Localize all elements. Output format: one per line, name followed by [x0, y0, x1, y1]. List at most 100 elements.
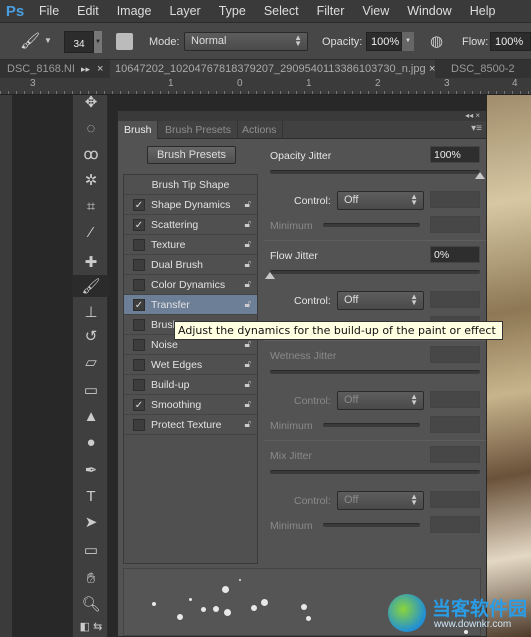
- brush-setting-item[interactable]: ✓ Scattering 🔓︎: [124, 215, 257, 235]
- checkbox[interactable]: [133, 318, 145, 331]
- slider-thumb[interactable]: [265, 272, 275, 279]
- doc-tab[interactable]: DSC_8500-2: [446, 60, 520, 78]
- close-icon[interactable]: ×: [92, 60, 108, 78]
- checkbox[interactable]: ✓: [133, 198, 145, 211]
- checkbox[interactable]: ✓: [133, 298, 145, 311]
- canvas-image[interactable]: [487, 95, 531, 637]
- lock-icon[interactable]: 🔓︎: [245, 399, 251, 410]
- jitter-value-input[interactable]: 0%: [430, 246, 480, 263]
- type-tool-icon[interactable]: T: [73, 485, 109, 507]
- brush-tip-shape-item[interactable]: Brush Tip Shape: [124, 175, 257, 195]
- menu-image[interactable]: Image: [108, 4, 161, 18]
- menu-edit[interactable]: Edit: [68, 4, 108, 18]
- pressure-opacity-icon[interactable]: ◍: [430, 32, 443, 50]
- minimum-input[interactable]: [430, 516, 480, 533]
- doc-tab[interactable]: DSC_8168.NI: [2, 60, 80, 78]
- checkbox[interactable]: [133, 278, 145, 291]
- minimum-slider[interactable]: [323, 223, 420, 227]
- control-select[interactable]: Off ▲ ▼: [337, 291, 424, 310]
- lock-icon[interactable]: 🔓︎: [245, 239, 251, 250]
- jitter-slider[interactable]: [270, 270, 480, 274]
- flow-input[interactable]: 100%: [490, 32, 531, 51]
- minimum-input[interactable]: [430, 416, 480, 433]
- doc-tab-active[interactable]: 10647202_10204767818379207_2909540113386…: [110, 60, 435, 78]
- jitter-value-input[interactable]: [430, 346, 480, 363]
- checkbox[interactable]: [133, 258, 145, 271]
- lock-icon[interactable]: 🔓︎: [245, 419, 251, 430]
- history-brush-tool-icon[interactable]: ↺: [73, 325, 109, 347]
- lock-icon[interactable]: 🔓︎: [245, 279, 251, 290]
- tab-actions[interactable]: Actions: [236, 121, 284, 139]
- opacity-input[interactable]: 100%: [366, 32, 402, 51]
- stamp-tool-icon[interactable]: ⊥: [73, 301, 109, 323]
- eraser-tool-icon[interactable]: ▱: [73, 351, 109, 373]
- hand-tool-icon[interactable]: ✋︎: [73, 567, 109, 589]
- lock-icon[interactable]: 🔓︎: [245, 299, 251, 310]
- checkbox[interactable]: ✓: [133, 398, 145, 411]
- path-selection-tool-icon[interactable]: ➤: [73, 511, 109, 533]
- swap-colors-icon[interactable]: ◧ ⇆: [73, 615, 109, 637]
- brush-panel-toggle-icon[interactable]: [116, 33, 133, 50]
- eyedropper-tool-icon[interactable]: ⁄: [73, 221, 109, 243]
- blur-tool-icon[interactable]: ▲: [73, 405, 109, 427]
- brush-setting-item[interactable]: Dual Brush 🔓︎: [124, 255, 257, 275]
- collapse-icon[interactable]: ◂◂: [465, 111, 473, 120]
- crop-tool-icon[interactable]: ⌗: [73, 195, 109, 217]
- jitter-slider[interactable]: [270, 470, 480, 474]
- shape-tool-icon[interactable]: ▭: [73, 539, 109, 561]
- move-tool-icon[interactable]: ✥: [73, 91, 109, 113]
- checkbox[interactable]: [133, 358, 145, 371]
- healing-brush-tool-icon[interactable]: ✚: [73, 251, 109, 273]
- lock-icon[interactable]: 🔓︎: [245, 359, 251, 370]
- brush-presets-button[interactable]: Brush Presets: [147, 146, 236, 164]
- dodge-tool-icon[interactable]: ●: [73, 431, 109, 453]
- brush-setting-item[interactable]: Protect Texture 🔓︎: [124, 415, 257, 435]
- control-select[interactable]: Off ▲ ▼: [337, 491, 424, 510]
- menu-view[interactable]: View: [353, 4, 398, 18]
- panel-menu-icon[interactable]: ▾≡: [471, 123, 482, 134]
- jitter-slider[interactable]: [270, 370, 480, 374]
- jitter-slider[interactable]: [270, 170, 480, 174]
- chevron-down-icon[interactable]: ▼: [44, 36, 52, 45]
- menu-file[interactable]: File: [30, 4, 68, 18]
- lasso-tool-icon[interactable]: ꝏ: [73, 143, 109, 165]
- menu-layer[interactable]: Layer: [160, 4, 209, 18]
- checkbox[interactable]: [133, 238, 145, 251]
- marquee-tool-icon[interactable]: ◌: [73, 117, 109, 139]
- minimum-slider[interactable]: [323, 523, 420, 527]
- gradient-tool-icon[interactable]: ▭: [73, 379, 109, 401]
- close-tab-icon[interactable]: ×: [424, 60, 440, 78]
- tab-brush[interactable]: Brush: [118, 121, 159, 139]
- opacity-dropdown[interactable]: ▼: [402, 32, 414, 51]
- jitter-value-input[interactable]: 100%: [430, 146, 480, 163]
- magic-wand-tool-icon[interactable]: ✲: [73, 169, 109, 191]
- brush-setting-item[interactable]: Color Dynamics 🔓︎: [124, 275, 257, 295]
- menu-window[interactable]: Window: [398, 4, 460, 18]
- brush-size-picker[interactable]: 34: [64, 31, 94, 53]
- brush-tool-icon[interactable]: 🖌︎: [20, 31, 40, 51]
- brush-tool-icon[interactable]: 🖌︎: [73, 275, 109, 297]
- lock-icon[interactable]: 🔓︎: [245, 199, 251, 210]
- control-select[interactable]: Off ▲ ▼: [337, 191, 424, 210]
- pen-tool-icon[interactable]: ✒︎: [73, 459, 109, 481]
- lock-icon[interactable]: 🔓︎: [245, 259, 251, 270]
- brush-setting-item[interactable]: Build-up 🔓︎: [124, 375, 257, 395]
- brush-setting-item[interactable]: ✓ Smoothing 🔓︎: [124, 395, 257, 415]
- jitter-value-input[interactable]: [430, 446, 480, 463]
- mode-select[interactable]: Normal ▲ ▼: [184, 32, 308, 51]
- lock-icon[interactable]: 🔓︎: [245, 379, 251, 390]
- menu-select[interactable]: Select: [255, 4, 308, 18]
- checkbox[interactable]: ✓: [133, 218, 145, 231]
- minimum-input[interactable]: [430, 216, 480, 233]
- brush-setting-item[interactable]: Texture 🔓︎: [124, 235, 257, 255]
- brush-setting-item[interactable]: Wet Edges 🔓︎: [124, 355, 257, 375]
- brush-setting-item[interactable]: ✓ Transfer 🔓︎: [124, 295, 257, 315]
- zoom-tool-icon[interactable]: 🔍︎: [73, 593, 109, 615]
- close-panel-icon[interactable]: ×: [475, 111, 480, 120]
- menu-filter[interactable]: Filter: [308, 4, 354, 18]
- checkbox[interactable]: [133, 418, 145, 431]
- minimum-slider[interactable]: [323, 423, 420, 427]
- menu-type[interactable]: Type: [210, 4, 255, 18]
- brush-setting-item[interactable]: ✓ Shape Dynamics 🔓︎: [124, 195, 257, 215]
- tab-brush-presets[interactable]: Brush Presets: [159, 121, 238, 139]
